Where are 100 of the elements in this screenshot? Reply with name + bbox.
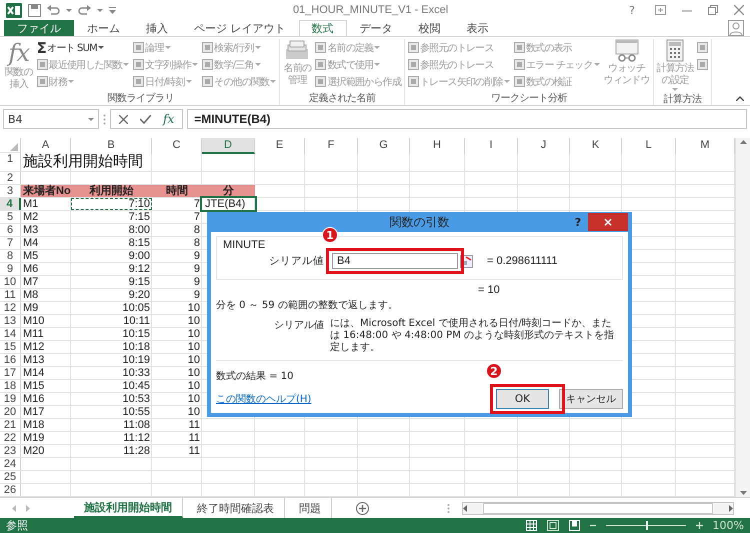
caret-icon [186, 79, 192, 84]
vertical-scrollbar[interactable] [735, 138, 750, 497]
step-number: 1 [322, 227, 338, 243]
table-cell-text: M15 [22, 380, 46, 392]
redo-icon[interactable] [78, 4, 91, 16]
table-cell-text: 9:20 [128, 289, 151, 301]
table-cell-text: 10:33 [121, 367, 151, 379]
scroll-right-icon[interactable] [729, 504, 733, 512]
avatar-icon[interactable] [728, 20, 744, 36]
row-header[interactable]: 1 [0, 153, 21, 171]
zoom-out-icon[interactable] [590, 524, 596, 527]
cancel-icon[interactable] [119, 114, 128, 124]
caret-icon[interactable] [66, 8, 72, 12]
column-header[interactable]: I [465, 138, 518, 154]
column-header[interactable]: D [202, 138, 255, 154]
caret-icon[interactable] [97, 8, 103, 12]
status-mode: 参照 [6, 518, 28, 533]
ribbon-display-icon[interactable] [655, 5, 666, 15]
ribbon-tab[interactable]: ホーム [74, 20, 133, 36]
select-all-icon[interactable] [10, 143, 18, 151]
caret-icon [594, 62, 600, 67]
column-header[interactable]: L [622, 138, 676, 154]
page-layout-icon[interactable] [546, 520, 559, 531]
table-cell-text: M7 [22, 276, 40, 288]
square-icon [133, 76, 144, 87]
argument-description: には、Microsoft Excel で使用される日付/時刻コードか、または 16:48:00 や 4:48:00 PM のような時刻形式のテキストを指定します。 [330, 318, 616, 354]
column-header[interactable]: B [71, 138, 152, 154]
spreadsheet-logo-icon [6, 2, 22, 18]
close-button[interactable]: × [588, 213, 628, 231]
horizontal-scrollbar[interactable] [462, 502, 734, 514]
table-cell-text: 10:19 [121, 354, 151, 366]
column-header[interactable]: F [305, 138, 358, 154]
name-box[interactable]: B4 [3, 109, 99, 129]
page-break-icon[interactable] [568, 520, 580, 531]
check-icon[interactable] [140, 114, 151, 124]
zoom-in-icon[interactable] [696, 522, 703, 529]
collapse-icon[interactable] [736, 96, 744, 101]
ribbon-tab[interactable]: 数式 [298, 20, 346, 36]
column-header[interactable]: C [152, 138, 202, 154]
caret-icon[interactable] [88, 116, 94, 122]
column-header[interactable]: H [410, 138, 465, 154]
square-icon [408, 59, 420, 70]
scroll-down-icon[interactable] [740, 491, 746, 495]
ribbon-tab[interactable]: 校閲 [406, 20, 454, 36]
insert-function-button[interactable]: fx [163, 112, 174, 126]
help-button[interactable]: ? [625, 4, 639, 16]
ok-button[interactable]: OK [496, 389, 549, 409]
table-cell-text: M1 [22, 198, 40, 210]
scroll-up-icon[interactable] [740, 140, 746, 144]
caret-icon [254, 45, 261, 50]
ribbon-button[interactable]: Σオート SUM [36, 39, 130, 56]
previous-sheet-icon[interactable] [12, 504, 16, 512]
table-cell-text: M13 [22, 354, 46, 366]
column-header[interactable]: G [358, 138, 410, 154]
table-cell-text: 8:00 [128, 224, 151, 236]
table-cell[interactable]: JTE(B4) [202, 198, 255, 210]
ribbon-tab[interactable]: 挿入 [133, 20, 181, 36]
table-cell-text: 9:12 [128, 263, 151, 275]
square-icon [697, 59, 708, 70]
input-field[interactable]: B4 [332, 253, 458, 269]
add-sheet-icon[interactable] [356, 502, 369, 514]
table-cell-text: 7 [192, 198, 201, 210]
formula-field[interactable]: =MINUTE(B4) [187, 109, 747, 129]
column-header[interactable]: K [570, 138, 622, 154]
sheet-title: 施設利用開始時間 [22, 153, 144, 171]
row-header[interactable]: 4 [0, 198, 21, 210]
table-cell-text: M18 [22, 419, 46, 431]
column-header[interactable]: E [255, 138, 305, 154]
step-number: 2 [486, 363, 502, 379]
table-cell-text: M8 [22, 289, 40, 301]
save-icon[interactable] [28, 4, 41, 16]
column-header[interactable]: A [21, 138, 71, 154]
help-link[interactable]: この関数のヘルプ(H) [216, 392, 312, 406]
close-icon[interactable] [734, 5, 744, 15]
undo-icon[interactable] [47, 4, 60, 16]
restore-icon[interactable] [708, 5, 718, 15]
help-button[interactable]: ? [568, 216, 588, 228]
square-icon [36, 59, 48, 70]
square-icon [36, 76, 48, 87]
cancel-button[interactable]: キャンセル [559, 389, 623, 409]
ribbon-tab[interactable]: ページ レイアウト [181, 20, 298, 36]
ribbon-tab[interactable]: 表示 [454, 20, 502, 36]
column-header[interactable]: J [518, 138, 570, 154]
argument-label: シリアル値 [268, 254, 324, 268]
slider-thumb[interactable] [646, 521, 648, 530]
table-cell-text: M20 [22, 445, 46, 457]
sheet-tab[interactable]: 施設利用開始時間 [74, 498, 183, 518]
normal-view-icon[interactable] [526, 520, 537, 531]
customize-icon[interactable] [109, 6, 116, 14]
caret-icon [374, 45, 380, 50]
table-cell-text: M5 [22, 250, 40, 262]
ribbon-tab[interactable]: データ [346, 20, 406, 36]
column-header[interactable]: M [676, 138, 735, 154]
scroll-left-icon[interactable] [463, 504, 467, 512]
table-cell-text: 10:45 [121, 380, 151, 392]
table-cell-text: M14 [22, 367, 46, 379]
table-cell-text: 10:11 [122, 315, 151, 327]
next-sheet-icon[interactable] [26, 504, 30, 512]
file-tab[interactable]: ファイル [4, 20, 74, 36]
table-cell-text: 11 [188, 419, 201, 431]
